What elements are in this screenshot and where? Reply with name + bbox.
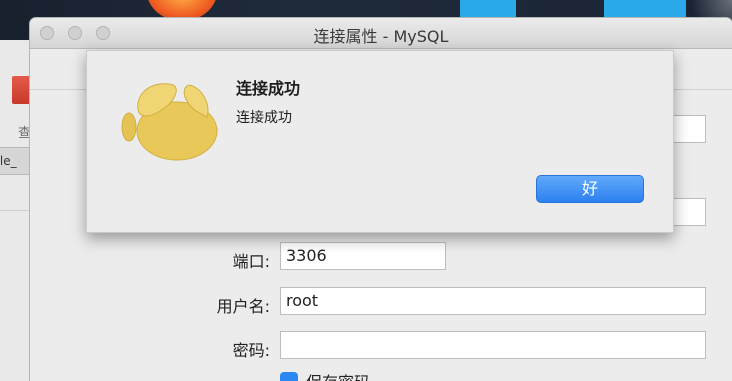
username-input[interactable]: root (280, 287, 706, 315)
wallpaper-sky (604, 0, 686, 18)
title-bar[interactable]: 连接属性 - MySQL (30, 18, 732, 49)
password-input[interactable] (280, 331, 706, 359)
query-icon[interactable] (12, 76, 32, 104)
username-label: 用户名: (216, 297, 270, 316)
port-label: 端口: (232, 252, 270, 271)
wallpaper-sky (460, 0, 516, 18)
save-password-checkbox[interactable] (280, 372, 298, 381)
background-tab[interactable]: icle_ (0, 147, 30, 175)
alert-message: 连接成功 (236, 110, 292, 126)
navicat-logo-icon (121, 83, 218, 161)
divider (0, 210, 30, 211)
password-label: 密码: (232, 341, 270, 360)
background-app-window: 查 icle_ (0, 40, 32, 381)
lantern-image (146, 0, 218, 20)
alert-title: 连接成功 (236, 79, 301, 98)
save-password-label: 保存密码 (306, 369, 370, 381)
window-title: 连接属性 - MySQL (313, 27, 449, 46)
port-input[interactable]: 3306 (280, 242, 446, 270)
connection-success-alert: 连接成功 连接成功 好 (86, 50, 674, 233)
ok-button[interactable]: 好 (536, 175, 644, 203)
